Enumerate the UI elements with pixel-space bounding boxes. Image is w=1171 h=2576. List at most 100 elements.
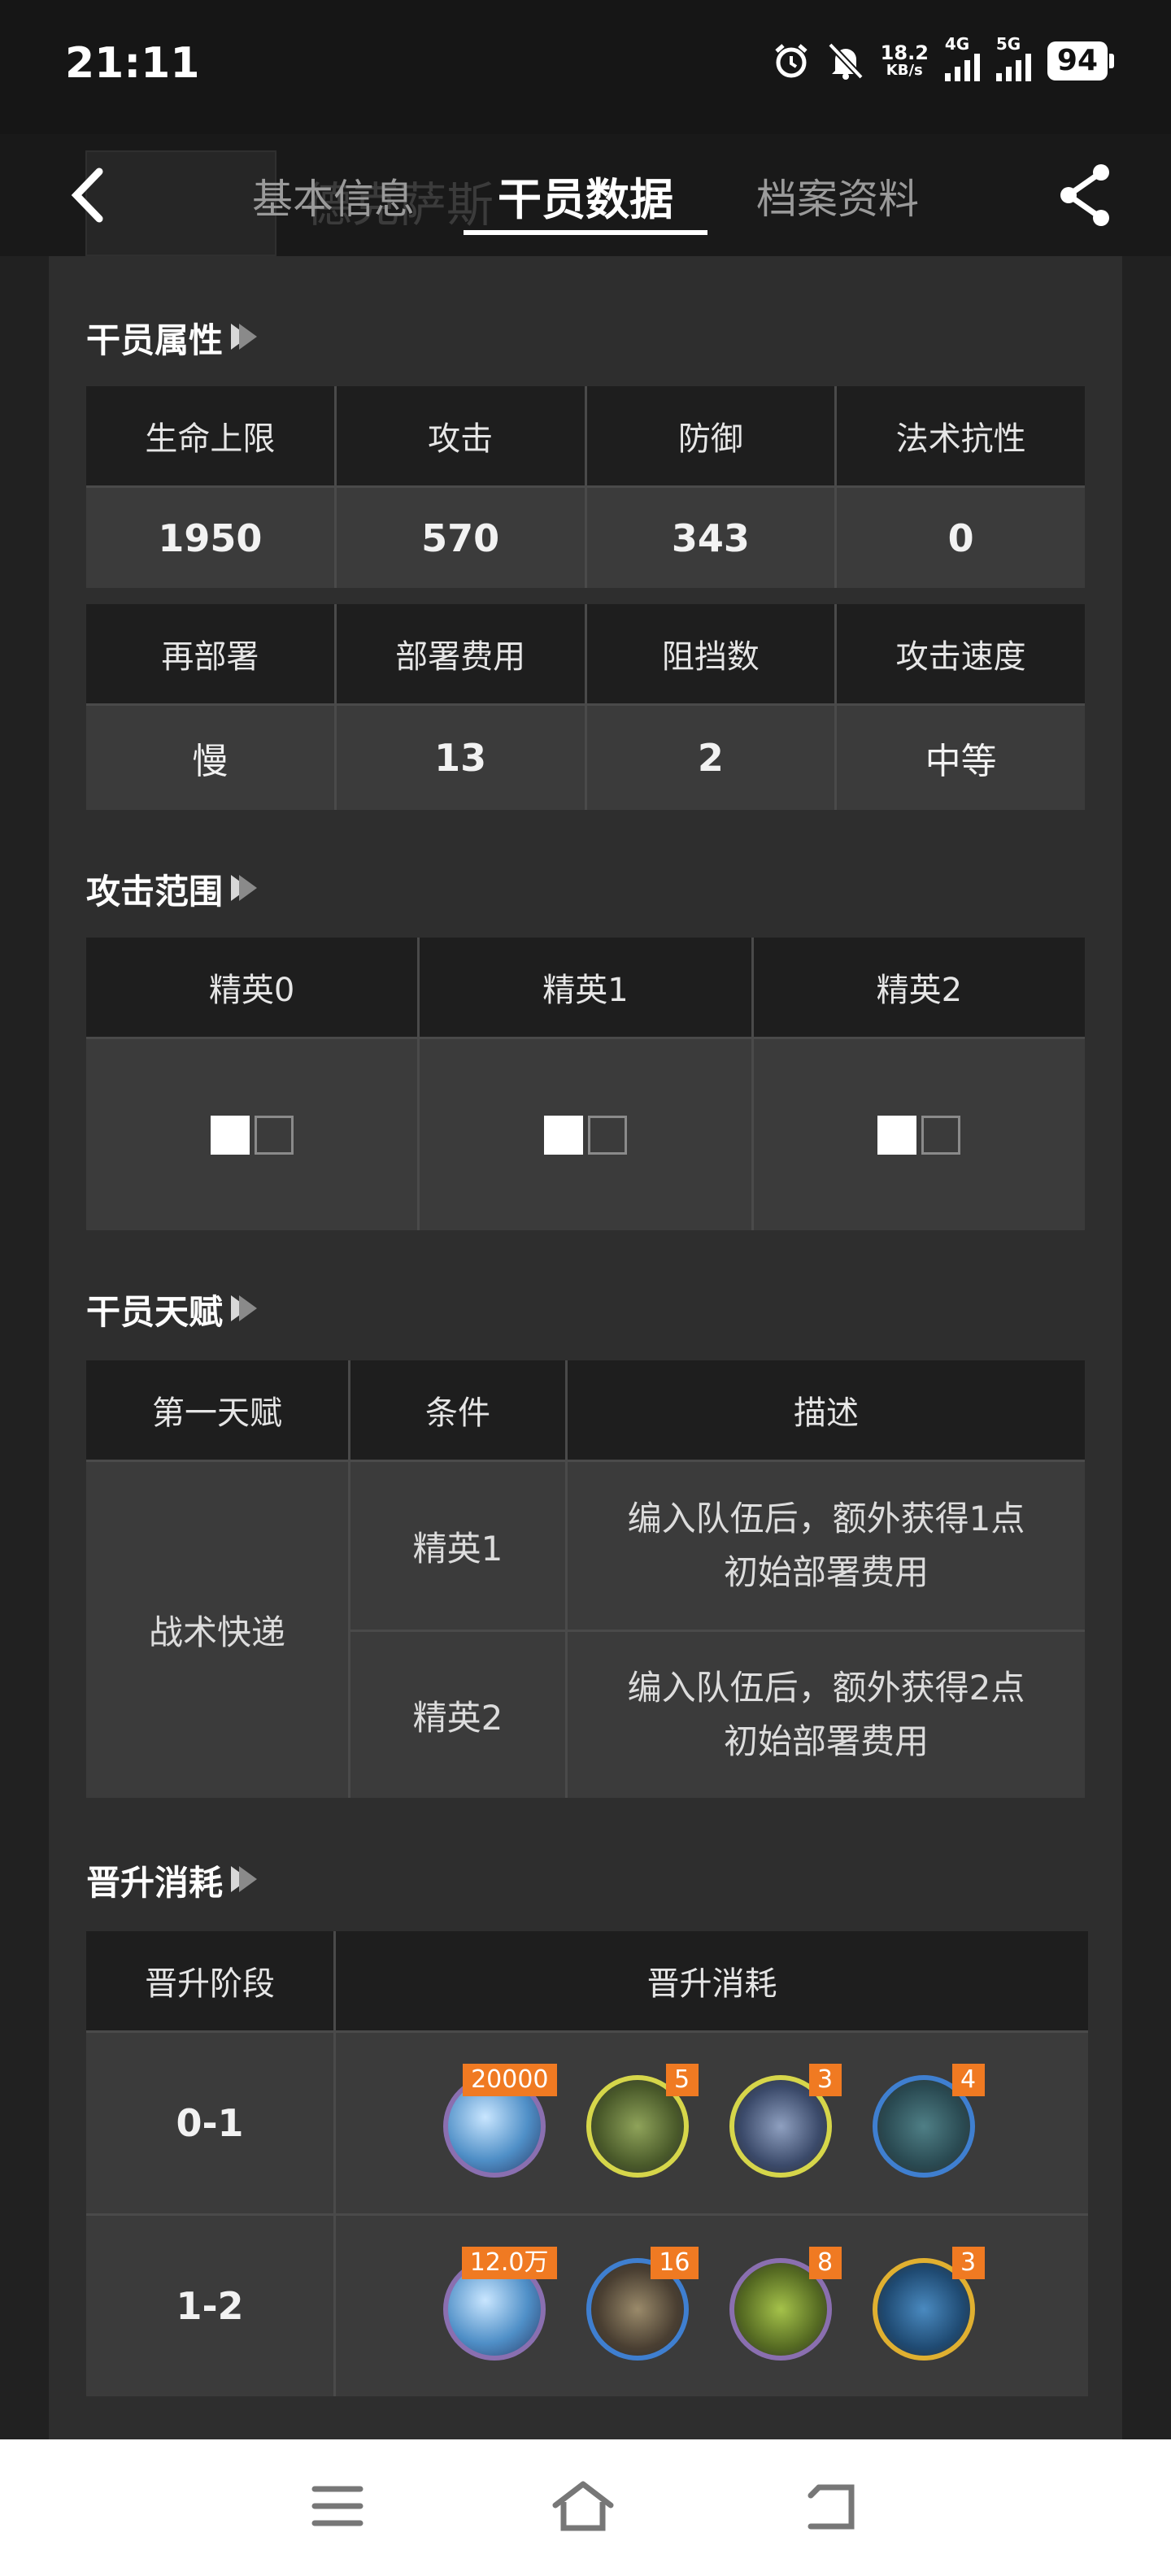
talent-header: 第一天赋 xyxy=(86,1360,348,1460)
item-count: 4 xyxy=(951,2064,985,2096)
talent-condition: 精英2 xyxy=(350,1632,565,1798)
item-count: 16 xyxy=(651,2247,699,2279)
item-count: 5 xyxy=(665,2064,699,2096)
attr-value-redeploy: 慢 xyxy=(86,706,334,810)
range-header: 精英0 xyxy=(86,938,418,1037)
promotion-header: 晋升阶段 xyxy=(86,1931,333,2030)
active-tab-indicator xyxy=(464,230,707,235)
section-talent-title: 干员天赋 xyxy=(86,1292,224,1332)
attr-value-atk: 570 xyxy=(336,488,585,588)
share-icon xyxy=(1060,164,1109,226)
ore-icon[interactable]: 16 xyxy=(586,2247,699,2361)
section-range-title: 攻击范围 xyxy=(86,872,224,912)
share-button[interactable] xyxy=(1057,163,1114,228)
talent-header: 条件 xyxy=(350,1360,565,1460)
talent-header: 描述 xyxy=(568,1360,1085,1460)
system-nav-bar xyxy=(0,2439,1171,2576)
section-promotion[interactable]: 晋升消耗 xyxy=(86,1856,258,1905)
chip-pack-icon[interactable]: 3 xyxy=(729,2064,842,2178)
lmd-icon[interactable]: 12.0万 xyxy=(442,2247,557,2361)
attr-header: 攻击速度 xyxy=(837,604,1085,703)
expand-arrow-icon xyxy=(231,318,258,358)
section-attributes[interactable]: 干员属性 xyxy=(86,313,258,363)
attributes-table-2: 再部署 部署费用 阻挡数 攻击速度 慢 13 2 中等 xyxy=(86,604,1085,810)
net-speed-value: 18.2 xyxy=(880,41,929,64)
talent-condition: 精英1 xyxy=(350,1462,565,1630)
expand-arrow-icon xyxy=(231,1860,258,1900)
expand-arrow-icon xyxy=(231,869,258,909)
menu-button[interactable] xyxy=(311,2484,363,2531)
range-grid-icon xyxy=(543,1115,627,1155)
section-promotion-title: 晋升消耗 xyxy=(86,1863,224,1903)
promotion-header: 晋升消耗 xyxy=(336,1931,1088,2030)
mute-bell-icon xyxy=(827,42,864,80)
range-cell xyxy=(420,1039,751,1230)
status-icons: 18.2 KB/s 4G 5G 94 xyxy=(772,34,1114,81)
attr-header: 防御 xyxy=(586,386,835,485)
chevron-left-icon xyxy=(71,168,103,223)
status-time: 21:11 xyxy=(65,39,200,88)
talent-desc-line: 编入队伍后，额外获得2点 xyxy=(627,1668,1025,1708)
lmd-icon[interactable]: 20000 xyxy=(442,2064,557,2178)
home-button[interactable] xyxy=(551,2479,616,2536)
attributes-table-1: 生命上限 攻击 防御 法术抗性 1950 570 343 0 xyxy=(86,386,1085,588)
attr-header: 阻挡数 xyxy=(586,604,835,703)
menu-icon xyxy=(311,2486,363,2526)
range-cell xyxy=(753,1039,1085,1230)
item-count: 3 xyxy=(951,2247,985,2279)
attr-header: 部署费用 xyxy=(336,604,585,703)
promotion-stage: 0-1 xyxy=(86,2033,333,2213)
talent-desc-line: 初始部署费用 xyxy=(723,1721,929,1761)
chip-blue-icon[interactable]: 4 xyxy=(872,2064,985,2178)
attr-value-cost: 13 xyxy=(336,706,585,810)
attr-header: 法术抗性 xyxy=(837,386,1085,485)
talent-desc-line: 初始部署费用 xyxy=(723,1552,929,1592)
range-cell xyxy=(86,1039,418,1230)
home-icon xyxy=(552,2481,614,2531)
net-speed: 18.2 KB/s xyxy=(881,43,929,79)
talent-description: 编入队伍后，额外获得2点 初始部署费用 xyxy=(568,1632,1085,1798)
attr-header: 生命上限 xyxy=(86,386,334,485)
attr-value-def: 343 xyxy=(586,488,835,588)
tab-archive[interactable]: 档案资料 xyxy=(748,167,927,225)
attr-header: 攻击 xyxy=(336,386,585,485)
back-button[interactable] xyxy=(63,163,112,228)
net-speed-unit: KB/s xyxy=(886,62,923,79)
attr-value-res: 0 xyxy=(837,488,1085,588)
sim2-label: 5G xyxy=(995,34,1021,54)
section-range[interactable]: 攻击范围 xyxy=(86,864,258,914)
talent-table: 第一天赋 条件 描述 战术快递 精英1 编入队伍后，额外获得1点 初始部署费用 … xyxy=(86,1360,1085,1798)
battery-icon: 94 xyxy=(1047,41,1114,80)
content-panel: 干员属性 生命上限 攻击 防御 法术抗性 1950 570 343 0 再部署 … xyxy=(49,256,1122,2439)
talent-description: 编入队伍后，额外获得1点 初始部署费用 xyxy=(568,1462,1085,1630)
back-nav-button[interactable] xyxy=(803,2481,860,2535)
device-icon[interactable]: 8 xyxy=(729,2247,842,2361)
tab-basic-info[interactable]: 基本信息 xyxy=(244,167,423,225)
range-grid-icon xyxy=(210,1115,294,1155)
sim2-signal: 5G xyxy=(995,34,1031,81)
sim1-signal: 4G xyxy=(944,34,980,81)
battery-level: 94 xyxy=(1047,41,1108,80)
attr-value-block: 2 xyxy=(586,706,835,810)
promotion-cost-cell: 20000 5 3 4 xyxy=(336,2033,1088,2213)
item-count: 8 xyxy=(808,2247,842,2279)
range-grid-icon xyxy=(877,1115,961,1155)
tab-operator-data[interactable]: 干员数据 xyxy=(480,163,691,228)
range-header: 精英1 xyxy=(420,938,751,1037)
item-count: 12.0万 xyxy=(461,2247,557,2279)
promotion-table: 晋升阶段 晋升消耗 0-1 20000 5 3 4 1-2 12.0万 16 8… xyxy=(86,1931,1088,2396)
promotion-cost-cell: 12.0万 16 8 3 xyxy=(336,2216,1088,2396)
section-talent[interactable]: 干员天赋 xyxy=(86,1285,258,1334)
range-header: 精英2 xyxy=(753,938,1085,1037)
alarm-icon xyxy=(775,44,808,78)
promotion-stage: 1-2 xyxy=(86,2216,333,2396)
item-count: 3 xyxy=(808,2064,842,2096)
section-attributes-title: 干员属性 xyxy=(86,320,224,360)
chip-icon[interactable]: 5 xyxy=(586,2064,699,2178)
status-bar: 21:11 18.2 KB/s 4G 5G 94 xyxy=(0,0,1171,134)
back-nav-icon xyxy=(808,2484,855,2530)
item-count: 20000 xyxy=(463,2064,557,2096)
tab-header: 德克萨斯 基本信息 干员数据 档案资料 xyxy=(0,134,1171,256)
expand-arrow-icon xyxy=(231,1290,258,1329)
dualchip-icon[interactable]: 3 xyxy=(872,2247,985,2361)
